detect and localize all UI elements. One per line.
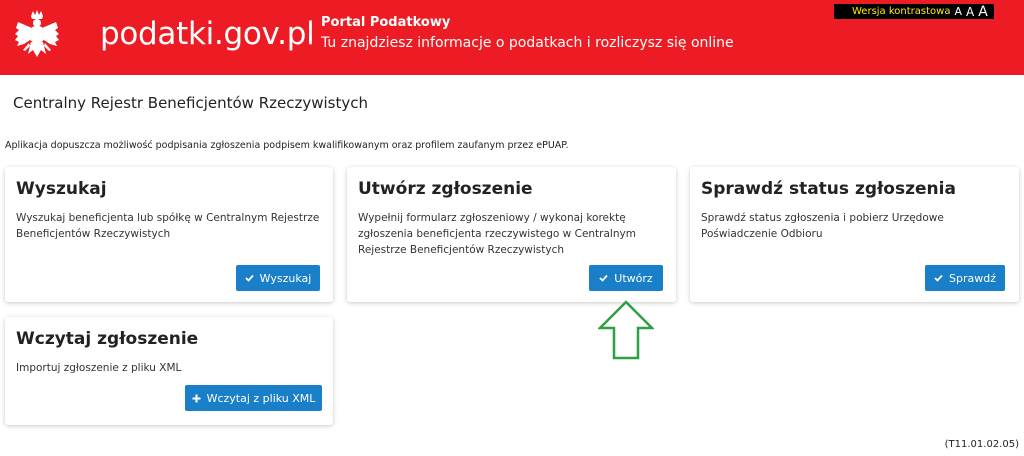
font-size-large-button[interactable]: A <box>978 5 988 19</box>
font-size-medium-button[interactable]: A <box>966 6 974 18</box>
search-button[interactable]: Wyszukaj <box>236 265 320 291</box>
load-xml-button[interactable]: Wczytaj z pliku XML <box>185 385 322 411</box>
signature-info-text: Aplikacja dopuszcza możliwość podpisania… <box>5 140 569 151</box>
card-search: Wyszukaj Wyszukaj beneficjenta lub spółk… <box>5 167 333 302</box>
accessibility-bar: Wersja kontrastowa A A A <box>834 4 994 19</box>
check-icon <box>245 274 254 282</box>
card-load-application: Wczytaj zgłoszenie Importuj zgłoszenie z… <box>5 317 333 425</box>
check-status-button[interactable]: Sprawdź <box>925 265 1005 291</box>
card-description-line: Rejestrze Beneficjentów Rzeczywistych <box>358 244 565 256</box>
button-label: Wyszukaj <box>259 271 312 285</box>
card-title: Utwórz zgłoszenie <box>358 179 533 199</box>
contrast-version-link[interactable]: Wersja kontrastowa <box>852 6 950 17</box>
card-description-line: Sprawdź status zgłoszenia i pobierz Urzę… <box>701 212 944 224</box>
card-description-line: Wypełnij formularz zgłoszeniowy / wykona… <box>358 212 626 224</box>
version-label: (T11.01.02.05) <box>944 439 1019 450</box>
portal-title: Portal Podatkowy <box>321 15 451 30</box>
site-header: podatki.gov.pl Portal Podatkowy Tu znajd… <box>0 0 1024 75</box>
card-description-line: zgłoszenia beneficjenta rzeczywistego w … <box>358 228 636 240</box>
card-description: Importuj zgłoszenie z pliku XML <box>16 360 181 376</box>
card-create-application: Utwórz zgłoszenie Wypełnij formularz zgł… <box>347 167 676 302</box>
card-title: Wczytaj zgłoszenie <box>16 329 199 349</box>
create-button[interactable]: Utwórz <box>589 265 663 291</box>
card-description: Wypełnij formularz zgłoszeniowy / wykona… <box>358 210 636 258</box>
card-title: Sprawdź status zgłoszenia <box>701 179 956 199</box>
card-description-line: Poświadczenie Odbioru <box>701 228 823 240</box>
card-title: Wyszukaj <box>16 179 107 199</box>
check-icon <box>599 274 608 282</box>
arrow-up-icon <box>598 300 654 360</box>
card-description-line: Importuj zgłoszenie z pliku XML <box>16 362 182 374</box>
site-name-logo[interactable]: podatki.gov.pl <box>100 16 315 52</box>
portal-subtitle: Tu znajdziesz informacje o podatkach i r… <box>321 35 734 51</box>
eagle-emblem-icon[interactable] <box>14 10 60 64</box>
button-label: Wczytaj z pliku XML <box>206 391 316 405</box>
button-label: Sprawdź <box>949 271 996 285</box>
plus-icon <box>192 394 201 402</box>
card-description-line: Wyszukaj beneficjenta lub spółkę w Centr… <box>16 212 320 224</box>
card-description: Wyszukaj beneficjenta lub spółkę w Centr… <box>16 210 319 242</box>
font-size-small-button[interactable]: A <box>954 6 962 17</box>
check-icon <box>934 274 943 282</box>
button-label: Utwórz <box>614 271 653 285</box>
page-title: Centralny Rejestr Beneficjentów Rzeczywi… <box>13 94 369 112</box>
card-description: Sprawdź status zgłoszenia i pobierz Urzę… <box>701 210 944 242</box>
card-description-line: Beneficjentów Rzeczywistych <box>16 228 171 240</box>
card-check-status: Sprawdź status zgłoszenia Sprawdź status… <box>690 167 1019 302</box>
